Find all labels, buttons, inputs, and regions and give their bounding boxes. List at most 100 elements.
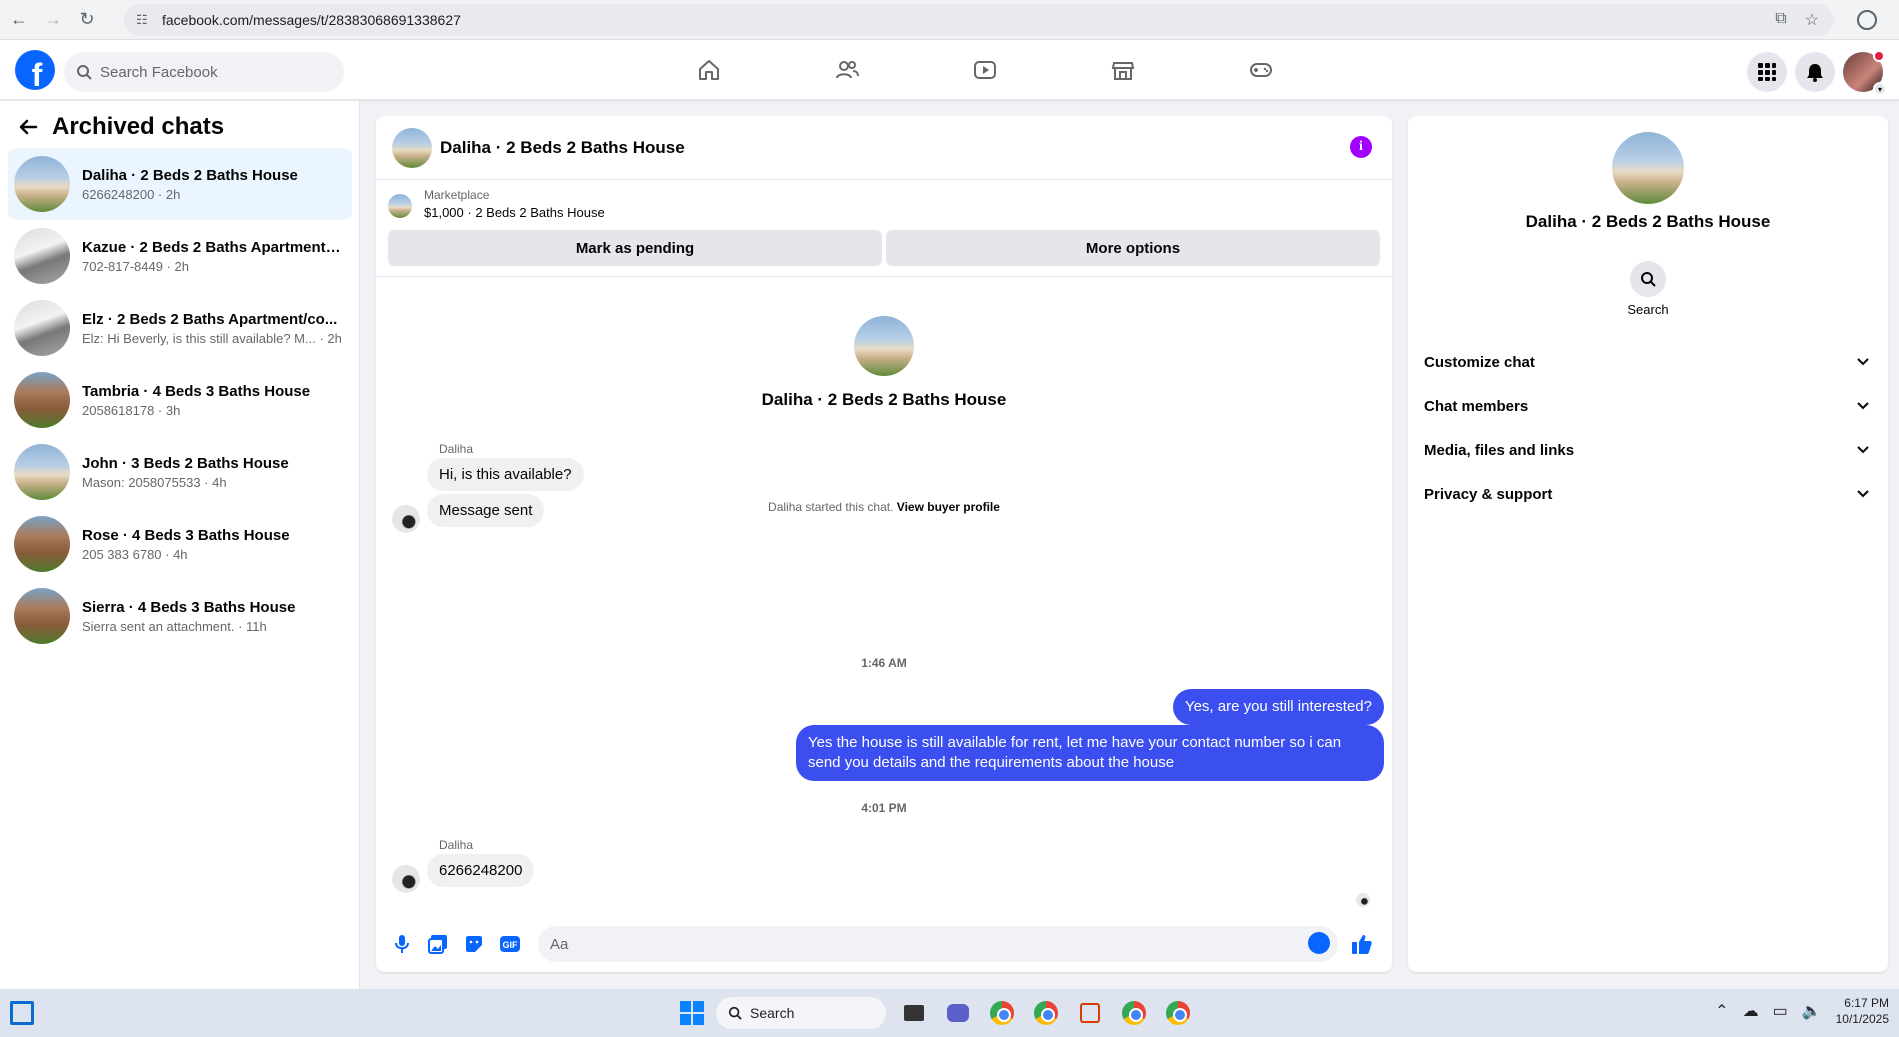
chevron-up-icon[interactable]: ⌃ — [1715, 1001, 1728, 1021]
chat-preview: Mason: 2058075533 · 4h — [82, 474, 227, 490]
clock-date: 10/1/2025 — [1835, 1012, 1889, 1026]
menu-grid-icon[interactable] — [1747, 52, 1787, 92]
chrome-icon[interactable] — [1162, 997, 1194, 1029]
more-options-button[interactable]: More options — [886, 230, 1380, 266]
snipping-tool-icon[interactable] — [1074, 997, 1106, 1029]
chat-name: Tambria · 4 Beds 3 Baths House — [82, 382, 311, 400]
info-icon[interactable]: i — [1350, 136, 1372, 158]
home-icon[interactable] — [640, 40, 778, 100]
chat-name: Sierra · 4 Beds 3 Baths House — [82, 598, 296, 616]
chrome-icon[interactable] — [986, 997, 1018, 1029]
search-in-conversation-button[interactable] — [1630, 261, 1666, 297]
search-facebook-input[interactable]: Search Facebook — [64, 52, 344, 92]
emoji-icon[interactable] — [1308, 932, 1330, 954]
gif-icon[interactable]: GIF — [498, 932, 522, 956]
intro-avatar[interactable] — [854, 316, 914, 376]
sticker-icon[interactable] — [462, 932, 486, 956]
search-label: Search — [1627, 302, 1669, 317]
chat-item[interactable]: Tambria · 4 Beds 3 Baths House 205861817… — [8, 364, 352, 436]
incoming-message[interactable]: Hi, is this available? — [427, 458, 584, 491]
outgoing-message[interactable]: Yes, are you still interested? — [1172, 689, 1384, 725]
sender-name: Daliha — [439, 442, 474, 456]
bookmark-star-icon[interactable]: ☆ — [1805, 10, 1819, 30]
chat-list-panel: Archived chats Daliha · 2 Beds 2 Baths H… — [0, 101, 360, 989]
gaming-icon[interactable] — [1192, 40, 1330, 100]
photo-icon[interactable] — [426, 932, 450, 956]
conversation-avatar[interactable] — [392, 127, 432, 168]
conversation-panel: Daliha · 2 Beds 2 Baths House i Marketpl… — [376, 116, 1392, 972]
listing-title: $1,000 · 2 Beds 2 Baths House — [424, 205, 605, 220]
network-icon[interactable]: ▭ — [1773, 1001, 1788, 1021]
message-input[interactable]: Aa — [538, 926, 1338, 962]
chat-item[interactable]: Kazue · 2 Beds 2 Baths Apartment/... 702… — [8, 220, 352, 292]
chat-item[interactable]: Elz · 2 Beds 2 Baths Apartment/co... Elz… — [8, 292, 352, 364]
chat-preview: 6266248200 · 2h — [82, 186, 181, 202]
mark-as-pending-button[interactable]: Mark as pending — [388, 230, 882, 266]
friends-icon[interactable] — [778, 40, 916, 100]
chat-name: Elz · 2 Beds 2 Baths Apartment/co... — [82, 310, 338, 328]
incoming-message[interactable]: 6266248200 — [427, 854, 535, 887]
back-arrow-icon[interactable] — [18, 117, 38, 137]
chat-item[interactable]: John · 3 Beds 2 Baths House Mason: 20580… — [8, 436, 352, 508]
svg-text:GIF: GIF — [503, 940, 519, 950]
search-icon — [77, 65, 92, 80]
taskbar-search-label: Search — [750, 1005, 795, 1021]
details-name: Daliha · 2 Beds 2 Baths House — [1525, 212, 1771, 231]
install-icon[interactable]: ⧉ — [1775, 10, 1786, 30]
windows-start-icon[interactable] — [680, 1001, 704, 1025]
chevron-down-icon — [1857, 358, 1869, 366]
incoming-message[interactable]: Message sent — [427, 494, 545, 527]
facebook-logo[interactable]: f — [15, 50, 55, 90]
back-arrow-icon[interactable]: ← — [4, 5, 34, 35]
chat-thumbnail — [14, 300, 70, 356]
chat-thumbnail — [14, 444, 70, 500]
sender-avatar[interactable] — [392, 505, 420, 533]
taskbar-search[interactable]: Search — [716, 997, 886, 1029]
chat-item[interactable]: Rose · 4 Beds 3 Baths House 205 383 6780… — [8, 508, 352, 580]
details-avatar[interactable] — [1612, 132, 1684, 204]
media-files-links-item[interactable]: Media, files and links — [1424, 428, 1872, 472]
main-nav — [640, 40, 1330, 100]
chat-thumbnail — [14, 588, 70, 644]
chevron-down-icon — [1857, 446, 1869, 454]
conversation-title[interactable]: Daliha · 2 Beds 2 Baths House — [440, 138, 685, 158]
view-buyer-profile-link[interactable]: View buyer profile — [897, 500, 1000, 514]
privacy-support-item[interactable]: Privacy & support — [1424, 472, 1872, 516]
chat-name: John · 3 Beds 2 Baths House — [82, 454, 289, 472]
volume-icon[interactable]: 🔈 — [1802, 1001, 1822, 1021]
forward-arrow-icon[interactable]: → — [38, 5, 68, 35]
notifications-bell-icon[interactable] — [1795, 52, 1835, 92]
site-settings-icon[interactable]: ☷ — [136, 12, 152, 28]
outgoing-message[interactable]: Yes the house is still available for ren… — [796, 725, 1384, 781]
chat-thumbnail — [14, 228, 70, 284]
chat-members-item[interactable]: Chat members — [1424, 384, 1872, 428]
chevron-down-icon: ▾ — [1873, 82, 1887, 96]
chrome-icon[interactable] — [1118, 997, 1150, 1029]
marketplace-icon[interactable] — [1054, 40, 1192, 100]
video-icon[interactable] — [916, 40, 1054, 100]
sender-name: Daliha — [439, 838, 474, 852]
chat-thumbnail — [14, 156, 70, 212]
teams-icon[interactable] — [942, 997, 974, 1029]
marketplace-listing[interactable]: Marketplace $1,000 · 2 Beds 2 Baths Hous… — [388, 188, 605, 220]
chrome-icon[interactable] — [1030, 997, 1062, 1029]
customize-chat-item[interactable]: Customize chat — [1424, 340, 1872, 384]
reload-icon[interactable]: ↻ — [72, 5, 102, 35]
chat-preview: 2058618178 · 3h — [82, 402, 181, 418]
chat-item[interactable]: Sierra · 4 Beds 3 Baths House Sierra sen… — [8, 580, 352, 652]
menu-item-label: Chat members — [1424, 397, 1529, 415]
chat-item[interactable]: Daliha · 2 Beds 2 Baths House 6266248200… — [8, 148, 352, 220]
cloud-off-icon[interactable]: ☁ — [1743, 1001, 1759, 1021]
browser-profile-icon[interactable] — [1857, 10, 1877, 30]
sender-avatar[interactable] — [392, 865, 420, 893]
widgets-icon[interactable] — [10, 1001, 34, 1025]
windows-taskbar: Search ⌃ ☁ ▭ 🔈 6:17 PM 10/1/2025 — [0, 989, 1899, 1037]
file-explorer-icon[interactable] — [898, 997, 930, 1029]
message-timestamp: 1:46 AM — [861, 656, 907, 670]
address-bar[interactable]: ☷ facebook.com/messages/t/28383068691338… — [124, 4, 1834, 36]
account-avatar[interactable]: ▾ — [1843, 50, 1887, 96]
intro-name: Daliha · 2 Beds 2 Baths House — [761, 390, 1007, 409]
thumbs-up-icon[interactable] — [1350, 932, 1374, 956]
clock[interactable]: 6:17 PM 10/1/2025 — [1836, 995, 1889, 1027]
microphone-icon[interactable] — [390, 932, 414, 956]
